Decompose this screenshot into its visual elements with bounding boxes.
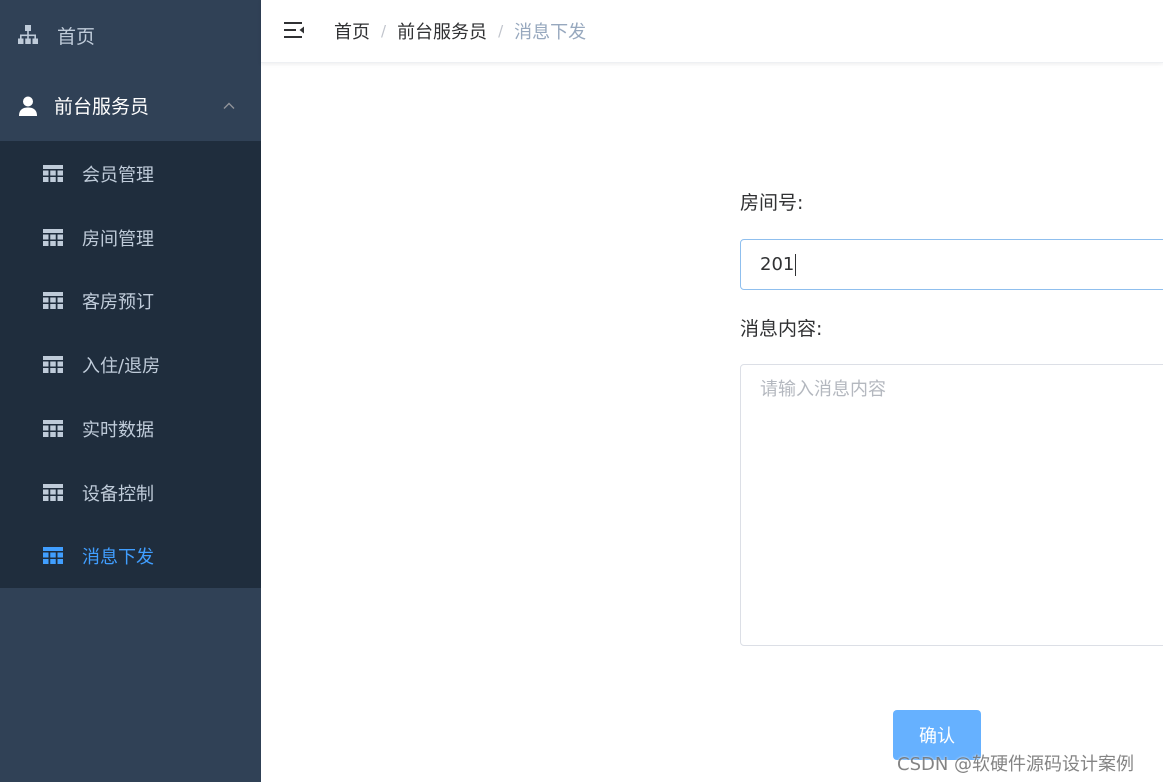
breadcrumb-home[interactable]: 首页 [334,18,370,44]
breadcrumb-separator: / [498,22,504,40]
grid-icon [42,227,64,249]
grid-icon [42,482,64,504]
grid-icon [42,418,64,440]
grid-icon [42,163,64,185]
sidebar-item-realtime[interactable]: 实时数据 [0,397,261,461]
sidebar-group-label: 前台服务员 [54,96,150,118]
message-content-textarea[interactable]: 请输入消息内容 [740,364,1163,646]
watermark: CSDN @软硬件源码设计案例 [897,754,1135,775]
sidebar-item-label: 客房预订 [82,292,154,313]
sitemap-icon [16,23,40,47]
sidebar-item-members[interactable]: 会员管理 [0,142,261,206]
text-cursor [795,253,797,276]
sidebar-item-rooms[interactable]: 房间管理 [0,206,261,270]
sidebar-item-checkin[interactable]: 入住/退房 [0,333,261,397]
breadcrumb-current: 消息下发 [514,22,587,43]
sidebar-item-label: 实时数据 [82,420,154,441]
grid-icon [42,354,64,376]
chevron-up-icon [221,98,237,114]
sidebar-item-label: 入住/退房 [82,356,161,377]
sidebar-group-front-desk[interactable]: 前台服务员 [0,70,261,141]
sidebar-item-label: 首页 [57,25,96,48]
grid-icon [42,545,64,567]
sidebar-item-label: 房间管理 [82,229,154,250]
room-number-input[interactable]: 201 [740,239,1163,290]
sidebar-item-label: 会员管理 [82,165,154,186]
sidebar-item-label: 消息下发 [82,547,154,568]
sidebar: 首页 前台服务员 会员管理 房间管理 客房预订 入住/退房 实时数据 设备控制 … [0,0,261,782]
top-navbar: 首页 / 前台服务员 / 消息下发 [261,0,1163,63]
hamburger-icon[interactable] [281,17,307,43]
breadcrumb: 首页 / 前台服务员 / 消息下发 [334,0,586,62]
sidebar-item-devices[interactable]: 设备控制 [0,461,261,525]
message-content-placeholder: 请输入消息内容 [760,379,886,400]
user-icon [16,94,40,118]
sidebar-item-messages[interactable]: 消息下发 [0,524,261,588]
breadcrumb-front-desk[interactable]: 前台服务员 [397,18,487,44]
message-content-label: 消息内容: [740,318,823,340]
grid-icon [42,290,64,312]
sidebar-item-booking[interactable]: 客房预订 [0,269,261,333]
sidebar-submenu: 会员管理 房间管理 客房预订 入住/退房 实时数据 设备控制 消息下发 [0,141,261,588]
breadcrumb-separator: / [381,22,387,40]
sidebar-item-home[interactable]: 首页 [0,0,261,70]
sidebar-item-label: 设备控制 [82,484,154,505]
room-number-label: 房间号: [740,192,804,214]
room-number-value: 201 [760,254,795,275]
